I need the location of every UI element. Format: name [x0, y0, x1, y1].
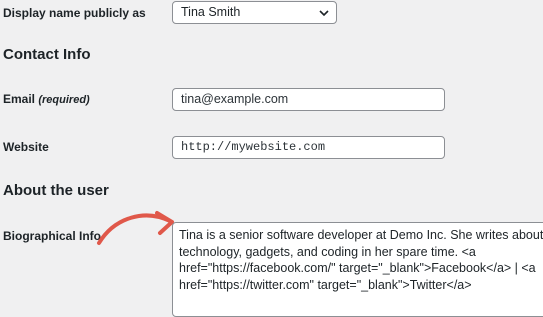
- website-field[interactable]: http://mywebsite.com: [172, 136, 445, 159]
- website-label: Website: [3, 140, 49, 154]
- display-name-select-value: Tina Smith: [181, 5, 241, 19]
- display-name-label: Display name publicly as: [3, 6, 146, 20]
- about-user-heading: About the user: [3, 182, 109, 199]
- display-name-select[interactable]: Tina Smith: [172, 1, 337, 24]
- email-label: Email (required): [3, 92, 90, 106]
- email-field[interactable]: tina@example.com: [172, 88, 445, 111]
- biographical-info-label: Biographical Info: [3, 229, 102, 243]
- chevron-down-icon: [319, 10, 329, 17]
- contact-info-heading: Contact Info: [3, 46, 91, 63]
- email-label-text: Email: [3, 92, 36, 106]
- biographical-info-textarea[interactable]: Tina is a senior software developer at D…: [172, 222, 543, 317]
- email-required-note: (required): [38, 94, 90, 106]
